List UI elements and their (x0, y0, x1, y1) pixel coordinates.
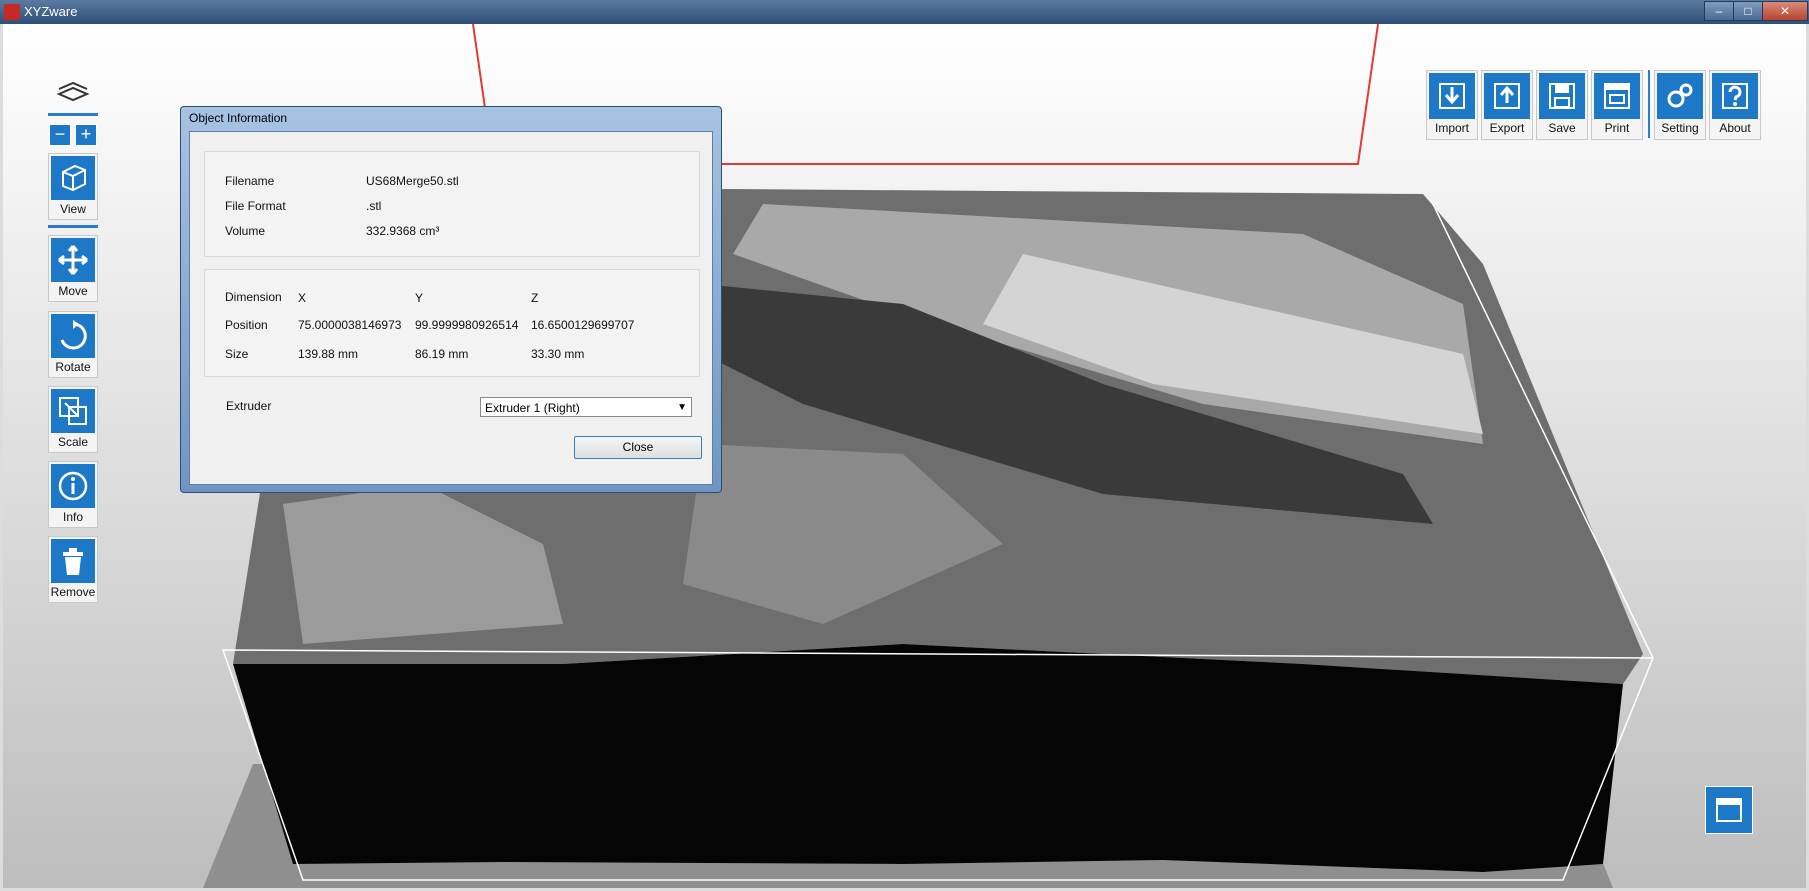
import-label: Import (1434, 121, 1469, 135)
view-tool-button[interactable]: View (48, 153, 98, 220)
close-window-button[interactable]: ✕ (1762, 1, 1808, 21)
export-label: Export (1489, 121, 1525, 135)
scale-label: Scale (57, 435, 89, 449)
object-information-dialog: Object Information Filename US68Merge50.… (180, 106, 722, 493)
app-logo-icon (4, 4, 20, 20)
cube-icon (62, 164, 86, 192)
scale-tool-button[interactable]: Scale (48, 386, 98, 453)
size-label: Size (225, 347, 249, 361)
maximize-button[interactable]: □ (1733, 1, 1763, 21)
save-icon (1549, 83, 1575, 109)
position-z-value: 16.6500129699707 (531, 318, 635, 332)
volume-value: 332.9368 cm³ (366, 224, 440, 238)
minimize-button[interactable]: – (1704, 1, 1734, 21)
move-tool-button[interactable]: Move (48, 235, 98, 302)
remove-tool-button[interactable]: Remove (48, 536, 98, 603)
dialog-title: Object Information (189, 111, 288, 125)
question-icon (1722, 83, 1748, 109)
toolbar-divider (48, 225, 98, 228)
y-header: Y (415, 291, 424, 305)
info-label: Info (62, 510, 83, 524)
filename-value: US68Merge50.stl (366, 174, 459, 188)
toolbar-divider (48, 113, 98, 116)
about-label: About (1719, 121, 1751, 135)
chevron-down-icon: ▼ (677, 402, 687, 413)
title-bar: XYZware – □ ✕ (0, 0, 1809, 24)
zoom-in-button[interactable]: + (75, 124, 97, 146)
extruder-label: Extruder (226, 399, 272, 413)
position-x-value: 75.0000038146973 (298, 318, 402, 332)
move-arrows-icon (58, 245, 88, 275)
toolbar-divider (1648, 70, 1650, 138)
window-icon (1716, 798, 1742, 822)
volume-label: Volume (225, 224, 266, 238)
position-label: Position (225, 318, 268, 332)
file-info-group: Filename US68Merge50.stl File Format .st… (204, 151, 700, 257)
zoom-out-button[interactable]: − (49, 124, 71, 146)
move-label: Move (58, 284, 88, 298)
file-format-value: .stl (366, 199, 382, 213)
info-tool-button[interactable]: Info (48, 461, 98, 528)
window-toggle-button[interactable] (1705, 786, 1753, 834)
extruder-selected-value: Extruder 1 (Right) (485, 401, 580, 415)
info-icon (58, 471, 88, 501)
rotate-label: Rotate (55, 360, 91, 374)
size-y-value: 86.19 mm (415, 347, 469, 361)
extruder-select[interactable]: Extruder 1 (Right) ▼ (480, 397, 692, 417)
dialog-body: Filename US68Merge50.stl File Format .st… (189, 131, 713, 485)
setting-button[interactable]: Setting (1654, 70, 1706, 140)
print-button[interactable]: Print (1591, 70, 1643, 140)
import-button[interactable]: Import (1426, 70, 1478, 140)
about-button[interactable]: About (1709, 70, 1761, 140)
layers-icon[interactable] (55, 78, 91, 104)
save-button[interactable]: Save (1536, 70, 1588, 140)
app-title: XYZware (24, 4, 78, 19)
gears-icon (1667, 83, 1693, 108)
view-label: View (60, 202, 86, 216)
import-icon (1439, 83, 1465, 109)
z-header: Z (531, 291, 539, 305)
print-label: Print (1604, 121, 1630, 135)
scale-icon (59, 397, 87, 425)
x-header: X (298, 291, 307, 305)
dimension-label: Dimension (225, 290, 282, 304)
trash-icon (63, 548, 83, 575)
position-y-value: 99.9999980926514 (415, 318, 519, 332)
size-x-value: 139.88 mm (298, 347, 359, 361)
export-icon (1494, 83, 1520, 109)
dimension-group: Dimension X Y Z Position 75.000003814697… (204, 269, 700, 377)
save-label: Save (1548, 121, 1576, 135)
remove-label: Remove (50, 585, 96, 599)
close-dialog-button[interactable]: Close (574, 436, 702, 459)
rotate-icon (60, 320, 87, 350)
setting-label: Setting (1661, 121, 1699, 135)
terrain-model-side (233, 644, 1623, 872)
filename-label: Filename (225, 174, 275, 188)
file-format-label: File Format (225, 199, 286, 213)
size-z-value: 33.30 mm (531, 347, 585, 361)
export-button[interactable]: Export (1481, 70, 1533, 140)
print-icon (1604, 83, 1630, 109)
rotate-tool-button[interactable]: Rotate (48, 311, 98, 378)
